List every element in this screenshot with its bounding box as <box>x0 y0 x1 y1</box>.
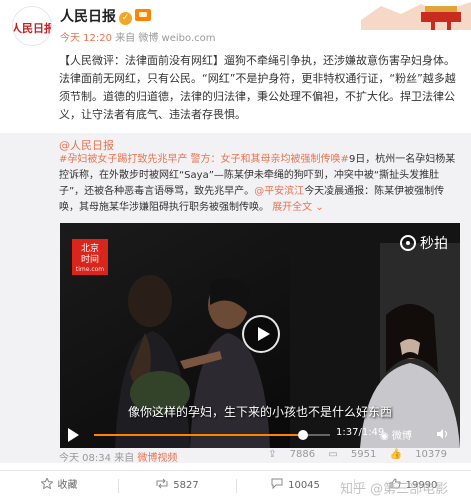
volume-icon[interactable] <box>437 429 449 439</box>
expand-full-text-link[interactable]: 展开全文 ⌄ <box>272 202 324 213</box>
favorite-button[interactable]: 收藏 <box>0 471 118 500</box>
verified-icon: ✓ <box>119 12 132 25</box>
repost-count[interactable]: ⇪ 7886 <box>268 449 315 460</box>
repost-via: 来自 <box>114 453 135 464</box>
progress-knob[interactable] <box>297 430 308 440</box>
channel-logo-small: time.com <box>75 266 105 273</box>
expand-label[interactable]: 展开全文 <box>272 202 312 213</box>
comment-button[interactable]: 10045 <box>237 471 354 500</box>
repost-author[interactable]: @人民日报 <box>59 137 114 153</box>
channel-logo-line1: 北京 <box>80 244 99 254</box>
poster-name[interactable]: 人民日报 ✓ <box>60 6 151 26</box>
post-text: 【人民微评：法律面前没有网红】遛狗不牵绳引争执，还涉嫌故意伤害孕妇身体。法律面前… <box>59 52 461 124</box>
chevron-down-icon: ⌄ <box>312 202 324 213</box>
comment-button-count: 10045 <box>288 480 320 491</box>
repost-icon <box>156 478 168 489</box>
weibo-watermark-label: 微博 <box>391 431 412 442</box>
repost-time[interactable]: 今天 08:34 <box>59 453 111 464</box>
repost-button-count: 5827 <box>173 480 199 491</box>
repost-comment-count-value: 5951 <box>350 449 377 460</box>
repost-like-count[interactable]: 👍 10379 <box>390 449 447 460</box>
poster-name-text[interactable]: 人民日报 <box>60 9 116 25</box>
miaopai-brand: 秒拍 <box>400 233 448 253</box>
svg-text:人民日报: 人民日报 <box>13 21 52 35</box>
weibo-watermark: ◉ 微博 <box>380 431 412 442</box>
favorite-label: 收藏 <box>57 480 78 491</box>
miaopai-label: 秒拍 <box>420 236 448 252</box>
post-header: 人民日报 人民日报✓ 今天 12:20 来自 微博 weibo.com <box>0 0 471 52</box>
repost-like-count-value: 10379 <box>415 449 447 460</box>
corner-banner-icon <box>361 2 471 30</box>
comment-icon <box>271 478 283 489</box>
progress-fill <box>94 434 303 436</box>
repost-footer: 今天 08:34 来自 微博视频 ⇪ 7886 ▭ 5951 👍 10379 <box>59 449 459 465</box>
repost-author-link[interactable]: @人民日报 <box>59 139 114 152</box>
channel-logo: 北京 时间 time.com <box>72 239 108 275</box>
post-via: 来自 微博 weibo.com <box>115 33 216 44</box>
repost-button[interactable]: 5827 <box>119 471 236 500</box>
repost-source[interactable]: 微博视频 <box>137 453 177 464</box>
play-icon[interactable] <box>68 428 79 442</box>
play-button[interactable] <box>242 315 280 353</box>
post-meta: 今天 12:20 来自 微博 weibo.com <box>60 29 215 44</box>
repost-mention[interactable]: @平安滨江 <box>254 186 304 197</box>
avatar[interactable]: 人民日报 <box>12 6 52 46</box>
post-time[interactable]: 今天 12:20 <box>60 33 112 44</box>
repost-text: #孕妇被女子踢打致先兆早产 警方：女子和其母亲均被强制传唤#9日，杭州一名孕妇杨… <box>59 152 459 216</box>
repost-stats: ⇪ 7886 ▭ 5951 👍 10379 <box>258 449 447 460</box>
repost-count-value: 7886 <box>289 449 316 460</box>
repost-comment-count[interactable]: ▭ 5951 <box>328 449 376 460</box>
video-subtitle: 像你这样的孕妇，生下来的小孩也不是什么好东西 <box>127 405 392 419</box>
video-player[interactable]: 北京 时间 time.com 秒拍 像你这样的孕妇，生下来的小孩也不是什么好东西… <box>60 223 460 448</box>
progress-bar[interactable] <box>94 430 330 440</box>
vip-icon <box>135 9 151 21</box>
channel-logo-line2: 时间 <box>80 255 99 265</box>
repost-hashtag[interactable]: #孕妇被女子踢打致先兆早产 警方：女子和其母亲均被强制传唤# <box>59 154 349 165</box>
video-time: 1:37/1:49 <box>336 427 385 438</box>
miaopai-icon <box>400 235 416 251</box>
zhihu-watermark: 知乎 @第三部电影 <box>340 482 449 497</box>
video-controls: 1:37/1:49 ◉ 微博 <box>60 422 460 448</box>
post-text-prefix: 【人民微评：法律面前没有网红】 <box>59 54 224 67</box>
people-daily-logo-icon: 人民日报 <box>13 7 52 45</box>
star-icon <box>40 478 53 489</box>
